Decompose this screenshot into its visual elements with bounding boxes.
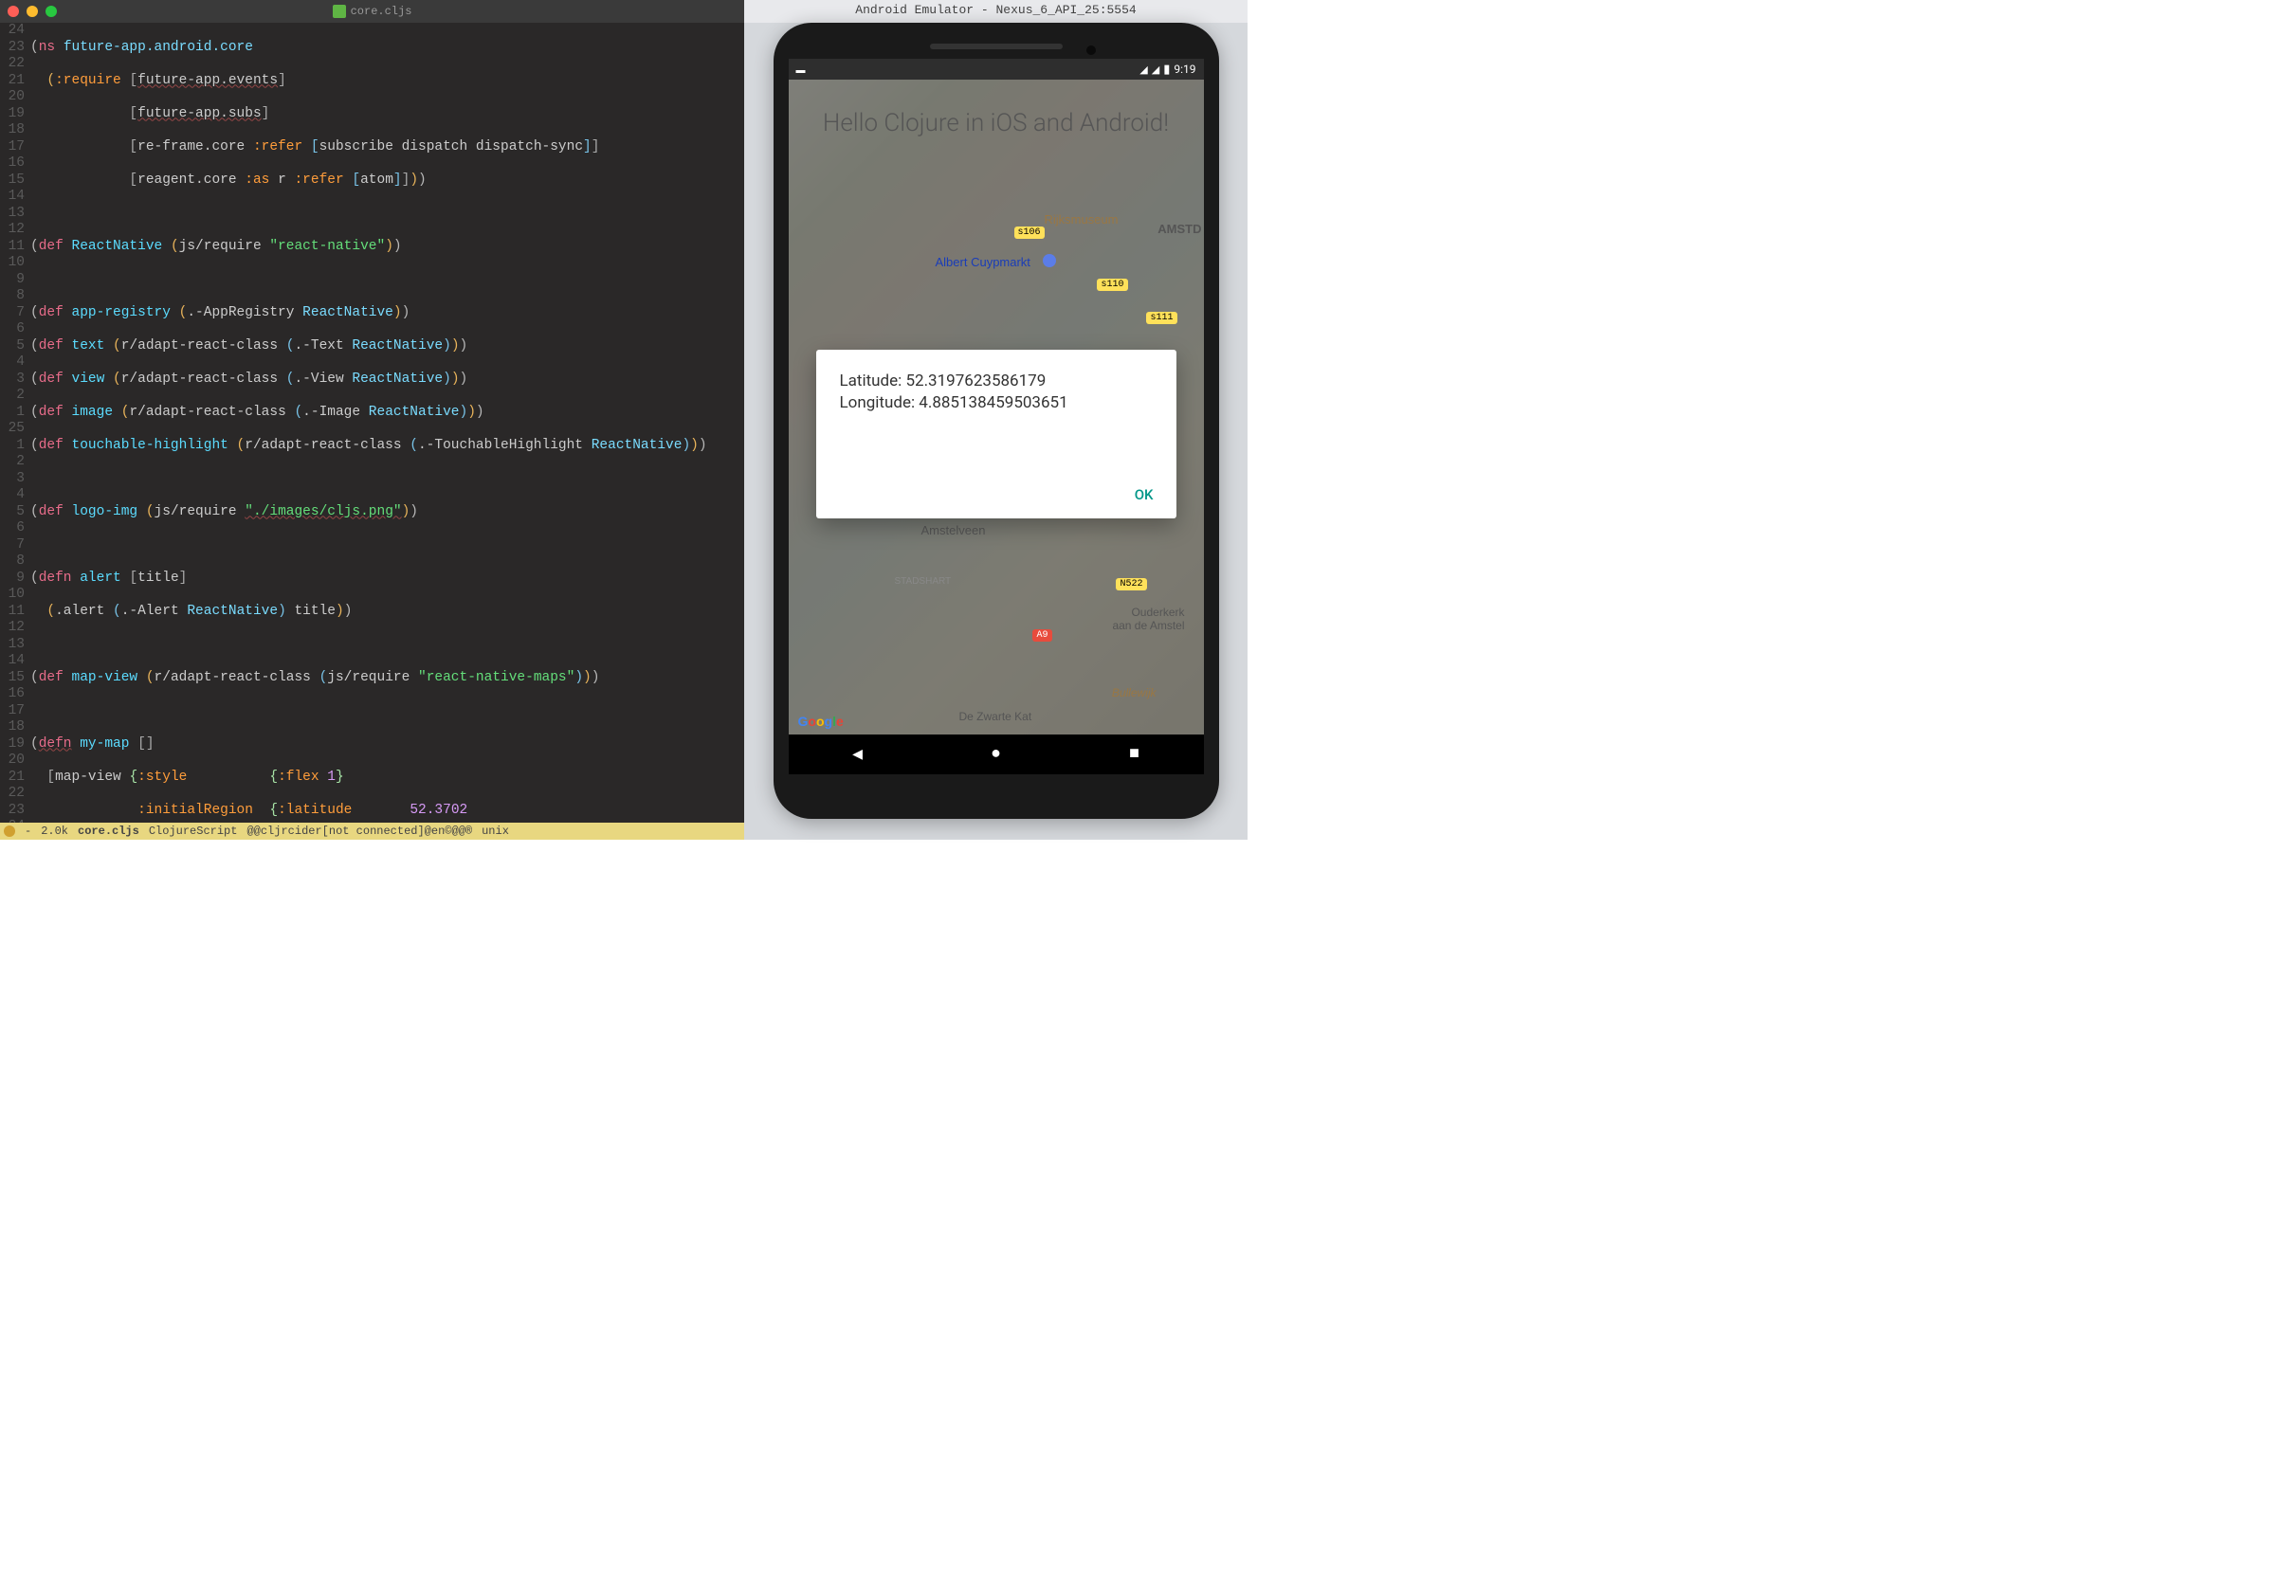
- emulator-title: Android Emulator - Nexus_6_API_25:5554: [744, 0, 1248, 23]
- app-heading: Hello Clojure in iOS and Android!: [789, 108, 1204, 140]
- alert-dialog: Latitude: 52.3197623586179 Longitude: 4.…: [816, 350, 1176, 518]
- map-label-amsterdam: AMSTD: [1157, 222, 1201, 236]
- status-time: 9:19: [1174, 63, 1195, 76]
- file-icon: [333, 5, 346, 18]
- battery-icon: [1163, 63, 1170, 77]
- wifi-icon: [1139, 63, 1147, 76]
- editor-titlebar: core.cljs: [0, 0, 744, 23]
- status-indicator-icon: [4, 825, 15, 837]
- phone-speaker-icon: [930, 44, 1063, 49]
- phone-device-frame: 9:19 Hello Clojure in iOS and Android! R…: [774, 23, 1219, 819]
- line-gutter: 2423222120191817161514131211109876543212…: [0, 23, 30, 823]
- google-logo: Google: [798, 714, 844, 729]
- editor-panel: core.cljs 242322212019181716151413121110…: [0, 0, 744, 840]
- android-statusbar: 9:19: [789, 59, 1204, 80]
- map-label-bullewijk: Bullewijk: [1112, 686, 1157, 699]
- map-label-amstelveen: Amstelveen: [921, 523, 986, 537]
- phone-screen[interactable]: 9:19 Hello Clojure in iOS and Android! R…: [789, 59, 1204, 774]
- nav-back-button[interactable]: [852, 744, 863, 765]
- alert-message: Latitude: 52.3197623586179 Longitude: 4.…: [816, 350, 1176, 471]
- road-s106: s106: [1014, 227, 1045, 239]
- road-n522: N522: [1116, 578, 1146, 590]
- road-s111: s111: [1146, 312, 1176, 324]
- close-button[interactable]: [8, 6, 19, 17]
- status-mode: ClojureScript: [149, 825, 238, 838]
- signal-icon: [1152, 63, 1159, 76]
- map-label-zwartekat: De Zwarte Kat: [959, 710, 1032, 723]
- status-cider: @@cljrcider[not connected]@en©@@®: [246, 825, 472, 838]
- road-s110: s110: [1097, 279, 1127, 291]
- phone-sensor-icon: [1086, 45, 1096, 55]
- map-poi-rijksmuseum: Rijksmuseum: [1044, 212, 1118, 227]
- nav-home-button[interactable]: [991, 745, 1001, 764]
- window-controls: [8, 6, 57, 17]
- road-a9: A9: [1032, 629, 1051, 642]
- map-poi-cuypmarkt: Albert Cuypmarkt: [936, 255, 1030, 269]
- map-background[interactable]: Hello Clojure in iOS and Android! Rijksm…: [789, 80, 1204, 735]
- nav-recent-button[interactable]: [1129, 745, 1139, 764]
- map-label-stadshart: STADSHART: [895, 576, 952, 587]
- status-dash: -: [25, 825, 31, 838]
- status-encoding: unix: [482, 825, 509, 838]
- editor-statusbar: - 2.0k core.cljs ClojureScript @@cljrcid…: [0, 823, 744, 840]
- map-label-ouderkerk: Ouderkerk aan de Amstel: [1112, 606, 1184, 632]
- code-area[interactable]: (ns future-app.android.core (:require [f…: [30, 23, 744, 823]
- emulator-panel: Android Emulator - Nexus_6_API_25:5554 9…: [744, 0, 1248, 840]
- status-size: 2.0k: [41, 825, 68, 838]
- android-navbar: [789, 735, 1204, 774]
- editor-body[interactable]: 2423222120191817161514131211109876543212…: [0, 23, 744, 823]
- status-file: core.cljs: [78, 825, 139, 838]
- editor-title: core.cljs: [333, 5, 412, 18]
- minimize-button[interactable]: [27, 6, 38, 17]
- map-marker-icon[interactable]: [1043, 254, 1056, 267]
- file-name: core.cljs: [351, 5, 412, 18]
- alert-ok-button[interactable]: OK: [1121, 479, 1167, 511]
- sdcard-icon: [796, 63, 806, 76]
- maximize-button[interactable]: [46, 6, 57, 17]
